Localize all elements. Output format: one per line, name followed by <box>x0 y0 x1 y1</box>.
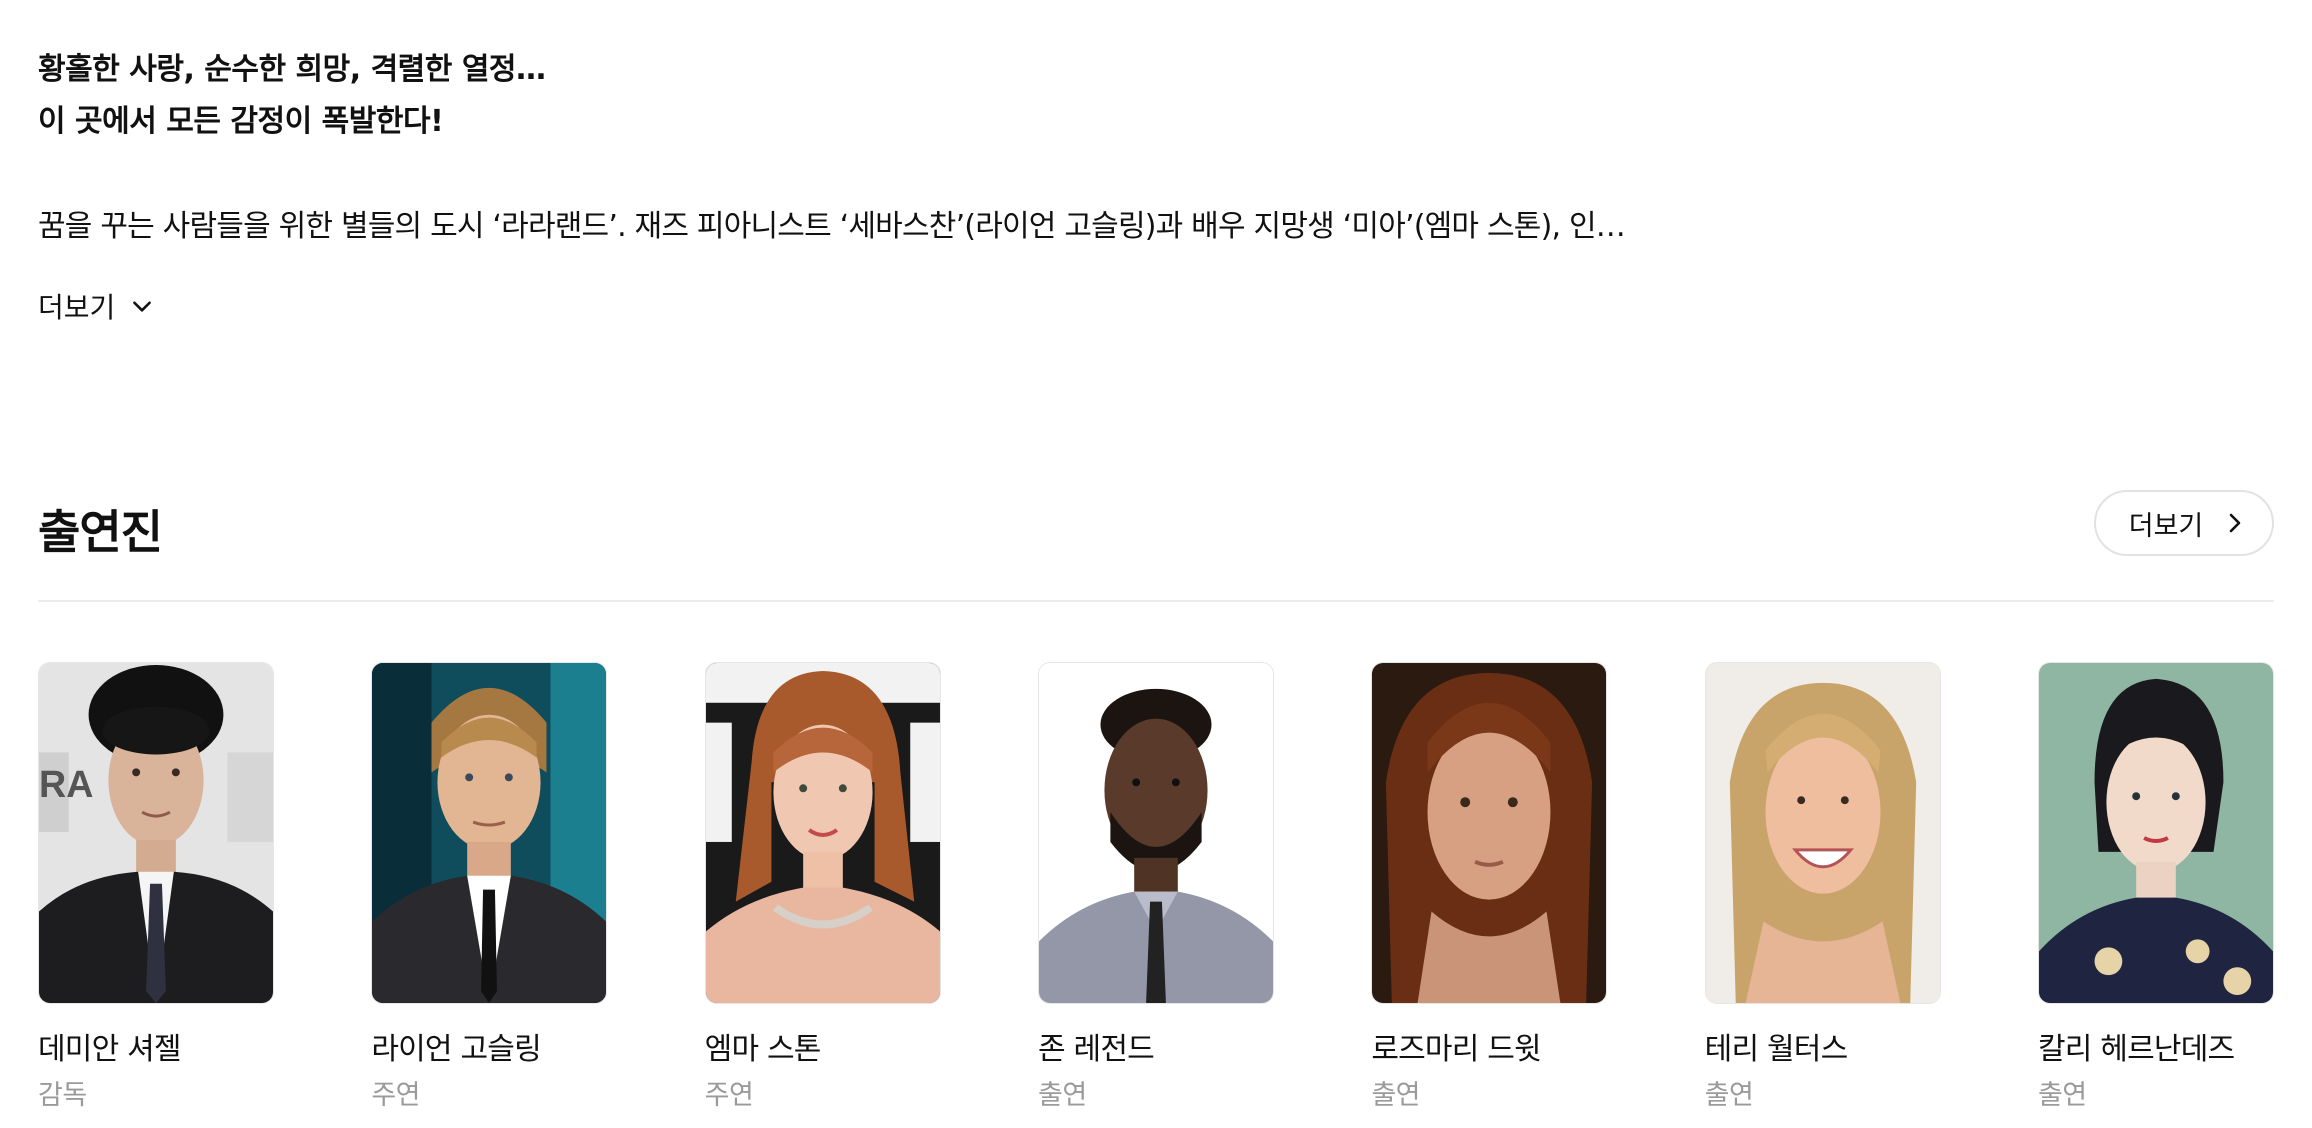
chevron-down-icon <box>133 301 152 312</box>
cast-card[interactable]: 라이언 고슬링 주연 <box>371 662 608 1114</box>
cast-photo <box>1704 662 1941 1004</box>
synopsis-more-label: 더보기 <box>38 291 116 324</box>
synopsis-tagline: 황홀한 사랑, 순수한 희망, 격렬한 열정… 이 곳에서 모든 감정이 폭발한… <box>38 44 546 148</box>
synopsis-more-toggle[interactable]: 더보기 <box>38 282 155 330</box>
cast-role: 출연 <box>1704 1080 1754 1111</box>
person-photo-icon <box>1705 663 1940 1003</box>
cast-card[interactable]: 존 레전드 출연 <box>1037 662 1274 1114</box>
person-photo-icon: RA <box>39 663 273 1003</box>
svg-text:RA: RA <box>39 763 93 805</box>
cast-name: 라이언 고슬링 <box>371 1032 541 1067</box>
cast-list: RA 데미안 셔젤 감독 라이언 고슬링 주연 엠마 스톤 주연 존 레전드 출… <box>38 662 2274 1114</box>
cast-role: 주연 <box>371 1080 421 1111</box>
cast-name: 엠마 스톤 <box>704 1032 822 1067</box>
cast-photo <box>2037 662 2274 1004</box>
cast-name: 존 레전드 <box>1037 1032 1155 1067</box>
cast-role: 주연 <box>704 1080 754 1111</box>
movie-detail-page: 황홀한 사랑, 순수한 희망, 격렬한 열정… 이 곳에서 모든 감정이 폭발한… <box>38 0 2274 1128</box>
cast-name: 로즈마리 드윗 <box>1371 1032 1541 1067</box>
cast-card[interactable]: 칼리 헤르난데즈 출연 <box>2037 662 2274 1114</box>
person-photo-icon <box>705 663 940 1003</box>
person-photo-icon <box>2038 663 2273 1003</box>
synopsis-text: 꿈을 꾸는 사람들을 위한 별들의 도시 ‘라라랜드’. 재즈 피아니스트 ‘세… <box>38 209 1626 244</box>
cast-role: 출연 <box>2037 1080 2087 1111</box>
person-photo-icon <box>1038 663 1273 1003</box>
cast-card[interactable]: 엠마 스톤 주연 <box>704 662 941 1114</box>
cast-role: 출연 <box>1371 1080 1420 1111</box>
cast-name: 데미안 셔젤 <box>38 1032 182 1067</box>
chevron-right-icon <box>2229 513 2241 533</box>
cast-photo <box>704 662 941 1004</box>
cast-more-label: 더보기 <box>2128 510 2204 542</box>
cast-role: 감독 <box>38 1080 87 1111</box>
tagline-line-1: 황홀한 사랑, 순수한 희망, 격렬한 열정… <box>38 52 546 87</box>
cast-photo <box>1037 662 1274 1004</box>
cast-more-button[interactable]: 더보기 <box>2094 490 2274 556</box>
person-photo-icon <box>372 663 607 1003</box>
tagline-line-2: 이 곳에서 모든 감정이 폭발한다! <box>38 104 444 139</box>
person-photo-icon <box>1372 663 1607 1003</box>
cast-photo: RA <box>38 662 274 1004</box>
cast-card[interactable]: RA 데미안 셔젤 감독 <box>38 662 274 1114</box>
cast-section-title: 출연진 <box>38 505 163 559</box>
cast-photo <box>1371 662 1608 1004</box>
cast-name: 칼리 헤르난데즈 <box>2037 1032 2235 1067</box>
cast-role: 출연 <box>1037 1080 1087 1111</box>
cast-photo <box>371 662 608 1004</box>
cast-name: 테리 월터스 <box>1704 1032 1849 1067</box>
cast-card[interactable]: 테리 월터스 출연 <box>1704 662 1941 1114</box>
section-divider <box>38 600 2274 602</box>
cast-card[interactable]: 로즈마리 드윗 출연 <box>1371 662 1608 1114</box>
